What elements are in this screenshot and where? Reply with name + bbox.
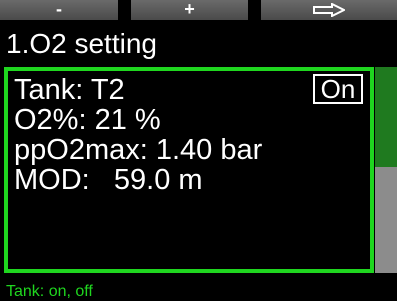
next-button[interactable] [261, 0, 397, 20]
scrollbar-track [375, 167, 397, 273]
tank-state-selector[interactable]: On [313, 74, 363, 104]
settings-list: Tank: T2 O2%: 21 % ppO2max: 1.40 bar MOD: 5… [14, 75, 262, 195]
softkey-bar: - + [0, 0, 397, 20]
ppo2max-value: ppO2max: 1.40 bar [14, 134, 263, 166]
mod-value: MOD: 59.0 m [14, 164, 203, 196]
decrease-button[interactable]: - [0, 0, 118, 20]
tank-setting-label: Tank: T2 [14, 74, 125, 106]
hint-text: Tank: on, off [6, 283, 93, 300]
o2-percent-value: O2%: 21 % [14, 104, 161, 136]
scrollbar-thumb[interactable] [375, 67, 397, 167]
page-title: 1.O2 setting [6, 28, 157, 59]
scrollbar[interactable] [375, 67, 397, 273]
increase-button[interactable]: + [131, 0, 248, 20]
right-arrow-icon [313, 3, 345, 17]
